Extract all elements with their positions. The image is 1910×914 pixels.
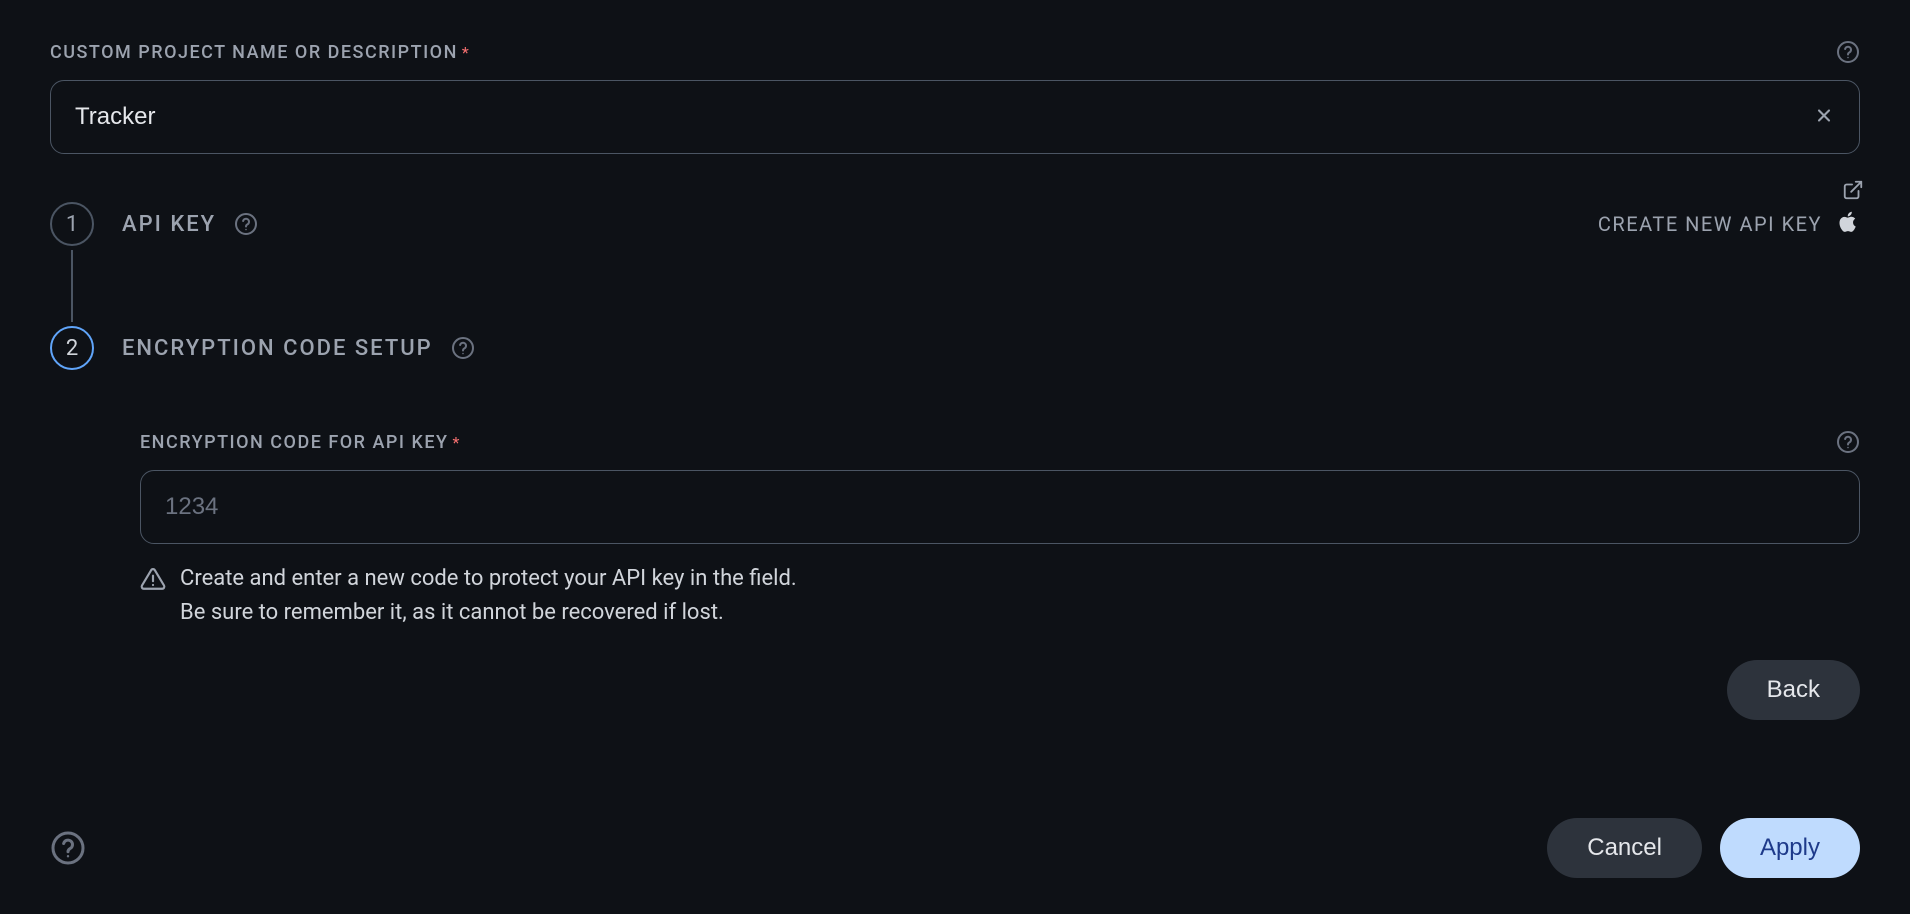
cancel-button[interactable]: Cancel [1547,818,1702,878]
encryption-code-input[interactable] [140,470,1860,544]
hint-line-1: Create and enter a new code to protect y… [180,562,797,596]
encryption-code-hint: Create and enter a new code to protect y… [140,562,1860,630]
external-link-icon [1842,179,1864,206]
step-number-1: 1 [50,202,94,246]
step-number-2: 2 [50,326,94,370]
back-button[interactable]: Back [1727,660,1860,720]
create-new-api-key-label: CREATE NEW API KEY [1598,212,1822,236]
clear-input-button[interactable] [1808,100,1840,135]
step-connector [71,250,73,322]
project-name-input[interactable] [50,80,1860,154]
step-encryption-setup: 2 ENCRYPTION CODE SETUP [50,326,1860,370]
required-asterisk: * [453,433,460,452]
help-icon[interactable] [50,830,86,866]
encryption-code-section: ENCRYPTION CODE FOR API KEY* Create and … [140,430,1860,630]
encryption-code-label: ENCRYPTION CODE FOR API KEY [140,432,449,453]
apply-button[interactable]: Apply [1720,818,1860,878]
help-icon[interactable] [1836,430,1860,454]
help-icon[interactable] [451,336,475,360]
warning-icon [140,562,166,630]
close-icon [1814,106,1834,129]
step-title-api-key: API KEY [122,212,216,237]
create-new-api-key-link[interactable]: CREATE NEW API KEY [1598,209,1860,240]
step-title-encryption: ENCRYPTION CODE SETUP [122,336,433,361]
project-name-label: CUSTOM PROJECT NAME OR DESCRIPTION [50,42,458,63]
help-icon[interactable] [234,212,258,236]
project-name-section: CUSTOM PROJECT NAME OR DESCRIPTION* [50,40,1860,154]
steps-list: 1 API KEY CREATE NEW API KEY 2 ENCRYPTIO… [50,202,1860,720]
footer: Cancel Apply [50,818,1860,878]
hint-line-2: Be sure to remember it, as it cannot be … [180,596,797,630]
required-asterisk: * [462,43,469,62]
step-api-key: 1 API KEY CREATE NEW API KEY [50,202,1860,246]
help-icon[interactable] [1836,40,1860,64]
apple-icon [1836,209,1860,240]
